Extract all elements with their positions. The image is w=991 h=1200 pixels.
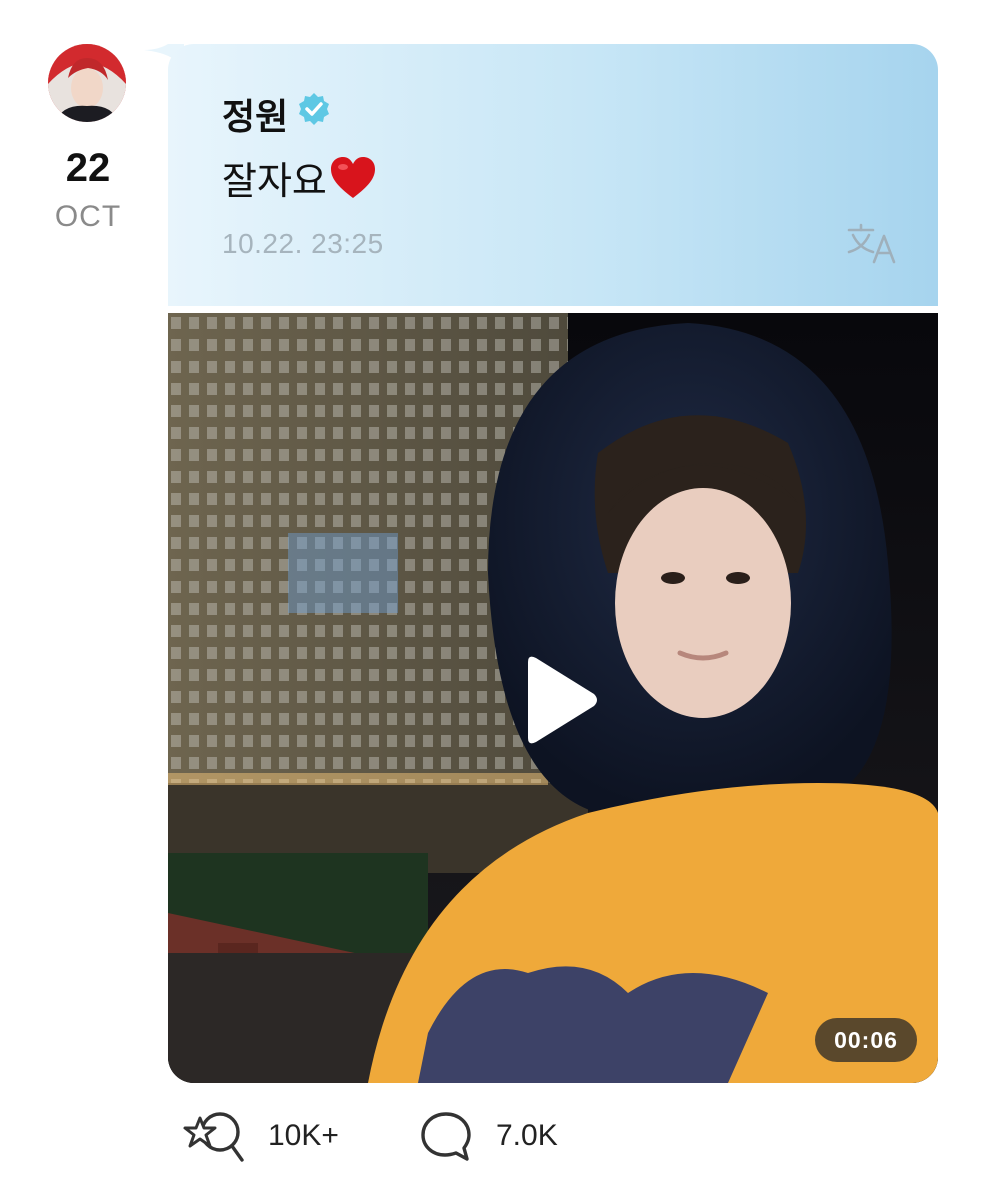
like-count: 10K+: [268, 1119, 339, 1152]
post-timestamp: 10.22. 23:25: [222, 228, 384, 259]
comment-icon: [421, 1112, 471, 1161]
message-text: 잘자요: [222, 150, 377, 205]
author-name[interactable]: 정원: [222, 88, 288, 140]
heart-emoji: [330, 157, 375, 198]
avatar[interactable]: [48, 44, 126, 122]
play-icon[interactable]: [520, 652, 600, 748]
like-button[interactable]: 10K+: [180, 1108, 339, 1164]
message-body: 잘자요: [222, 161, 327, 203]
comment-button[interactable]: 7.0K: [418, 1108, 558, 1164]
date-month: OCT: [54, 200, 122, 233]
comment-count: 7.0K: [496, 1119, 558, 1152]
verified-icon: [299, 93, 329, 125]
video-duration-badge: 00:06: [815, 1018, 917, 1062]
like-icon: [183, 1112, 244, 1162]
translate-icon[interactable]: [846, 222, 898, 264]
date-day: 22: [65, 146, 111, 190]
